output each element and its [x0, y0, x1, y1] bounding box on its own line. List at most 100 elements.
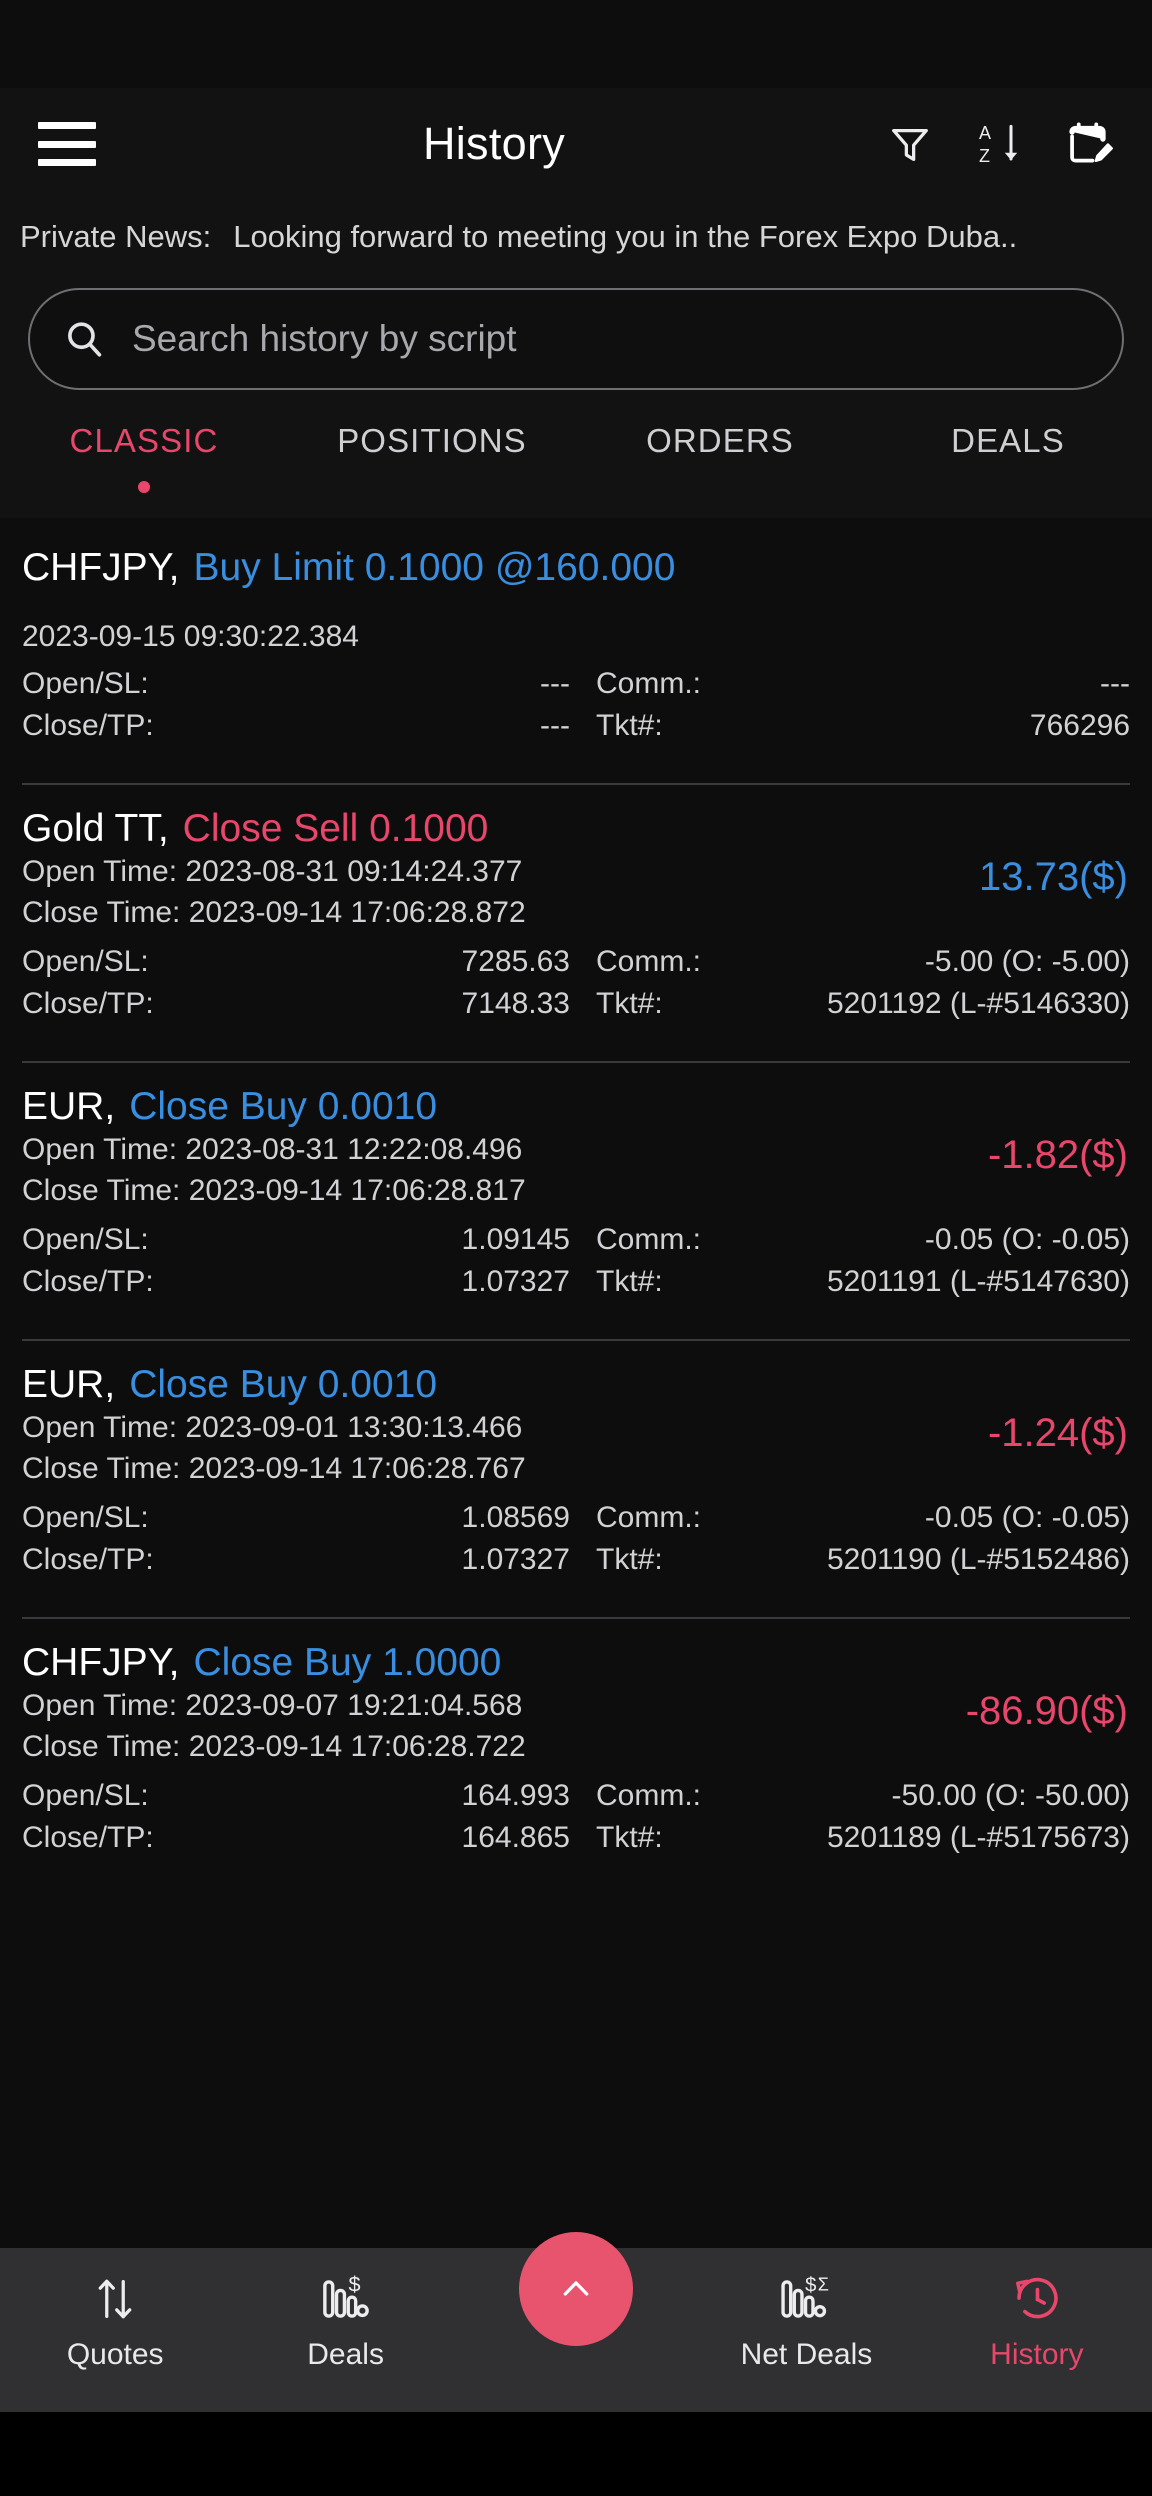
entry-body: 13.73($) Open Time: 2023-08-31 09:14:24.…	[22, 851, 1130, 1061]
entry-details: Open/SL: --- Comm.: --- Close/TP: --- Tk…	[22, 663, 1130, 747]
news-text: Looking forward to meeting you in the Fo…	[233, 219, 1018, 254]
label-ticket: Tkt#:	[596, 1543, 663, 1576]
entry-action: Close Sell 0.1000	[182, 807, 489, 850]
news-ticker[interactable]: Private News: Looking forward to meeting…	[0, 200, 1152, 274]
entry-close-time: Close Time: 2023-09-14 17:06:28.872	[22, 896, 526, 929]
nav-item-quotes[interactable]: Quotes	[0, 2248, 230, 2372]
value-close-tp: 1.07327	[461, 1265, 570, 1298]
search-container: Search history by script	[0, 274, 1152, 406]
value-comm: -5.00 (O: -5.00)	[924, 945, 1130, 978]
history-entry[interactable]: Gold TT, Close Sell 0.1000 13.73($) Open…	[0, 785, 1152, 1061]
entry-header: EUR, Close Buy 0.0010	[22, 1063, 1130, 1129]
svg-text:$: $	[348, 2272, 360, 2296]
value-open-sl: ---	[540, 667, 570, 700]
entry-action: Buy Limit 0.1000 @160.000	[193, 546, 676, 589]
label-ticket: Tkt#:	[596, 987, 663, 1020]
entry-header: CHFJPY, Buy Limit 0.1000 @160.000	[22, 524, 1130, 590]
nav-item-deals[interactable]: $ Deals	[230, 2248, 460, 2372]
sort-az-icon[interactable]: A Z	[972, 116, 1028, 172]
entry-pnl: -1.24($)	[987, 1411, 1128, 1455]
nav-label-quotes: Quotes	[66, 2338, 164, 2371]
value-open-sl: 7285.63	[461, 945, 570, 978]
label-open-sl: Open/SL:	[22, 667, 149, 700]
value-close-tp: 1.07327	[461, 1543, 570, 1576]
value-ticket: 5201191 (L-#5147630)	[826, 1265, 1130, 1298]
entry-symbol: Gold TT,	[22, 807, 169, 850]
nav-item-history[interactable]: History	[922, 2248, 1152, 2372]
filter-icon[interactable]	[882, 116, 938, 172]
tab-positions-label: POSITIONS	[337, 422, 527, 459]
tab-deals[interactable]: DEALS	[864, 422, 1152, 460]
entry-header: CHFJPY, Close Buy 1.0000	[22, 1619, 1130, 1685]
value-ticket: 5201192 (L-#5146330)	[826, 987, 1130, 1020]
entry-details: Open/SL: 1.09145 Comm.: -0.05 (O: -0.05)…	[22, 1219, 1130, 1303]
entry-action: Close Buy 0.0010	[129, 1085, 438, 1128]
value-close-tp: 7148.33	[461, 987, 570, 1020]
entry-body: -1.82($) Open Time: 2023-08-31 12:22:08.…	[22, 1129, 1130, 1339]
value-comm: -0.05 (O: -0.05)	[924, 1501, 1130, 1534]
label-close-tp: Close/TP:	[22, 1543, 154, 1576]
svg-text:Σ: Σ	[818, 2274, 829, 2294]
tab-orders-label: ORDERS	[646, 422, 794, 459]
entry-open-time: Open Time: 2023-08-31 12:22:08.496	[22, 1133, 523, 1166]
history-entry[interactable]: EUR, Close Buy 0.0010 -1.24($) Open Time…	[0, 1341, 1152, 1617]
value-open-sl: 1.08569	[461, 1501, 570, 1534]
tab-orders[interactable]: ORDERS	[576, 422, 864, 460]
value-open-sl: 1.09145	[461, 1223, 570, 1256]
tab-classic-label: CLASSIC	[69, 422, 219, 459]
nav-label-net-deals: Net Deals	[740, 2338, 873, 2371]
search-input[interactable]: Search history by script	[28, 288, 1124, 390]
history-entry[interactable]: CHFJPY, Buy Limit 0.1000 @160.000 2023-0…	[0, 524, 1152, 783]
page-title: History	[422, 118, 566, 169]
calendar-edit-icon[interactable]	[1062, 116, 1118, 172]
history-entry[interactable]: EUR, Close Buy 0.0010 -1.82($) Open Time…	[0, 1063, 1152, 1339]
label-ticket: Tkt#:	[596, 1265, 663, 1298]
value-open-sl: 164.993	[461, 1779, 570, 1812]
entry-pnl: -86.90($)	[965, 1689, 1128, 1733]
entry-open-time: Open Time: 2023-08-31 09:14:24.377	[22, 855, 523, 888]
entry-close-time: Close Time: 2023-09-14 17:06:28.767	[22, 1452, 526, 1485]
value-ticket: 5201189 (L-#5175673)	[826, 1821, 1130, 1854]
tab-positions[interactable]: POSITIONS	[288, 422, 576, 460]
value-comm: ---	[1100, 667, 1130, 700]
history-tabs: CLASSIC POSITIONS ORDERS DEALS	[0, 406, 1152, 518]
app-bar: History A Z	[0, 88, 1152, 200]
value-comm: -0.05 (O: -0.05)	[924, 1223, 1130, 1256]
value-comm: -50.00 (O: -50.00)	[891, 1779, 1130, 1812]
entry-symbol: EUR,	[22, 1085, 116, 1128]
nav-label-deals: Deals	[307, 2338, 384, 2371]
entry-close-time: Close Time: 2023-09-14 17:06:28.817	[22, 1174, 526, 1207]
expand-fab-button[interactable]	[519, 2232, 633, 2346]
history-clock-icon	[1010, 2270, 1064, 2328]
entry-details: Open/SL: 164.993 Comm.: -50.00 (O: -50.0…	[22, 1775, 1130, 1859]
history-entry[interactable]: CHFJPY, Close Buy 1.0000 -86.90($) Open …	[0, 1619, 1152, 1859]
news-label: Private News:	[20, 219, 212, 254]
label-open-sl: Open/SL:	[22, 1501, 149, 1534]
entry-timestamp: 2023-09-15 09:30:22.384	[22, 620, 359, 653]
hamburger-menu-icon[interactable]	[38, 122, 96, 166]
entry-header: Gold TT, Close Sell 0.1000	[22, 785, 1130, 851]
navigation-gesture-area	[0, 2412, 1152, 2496]
label-open-sl: Open/SL:	[22, 945, 149, 978]
entry-details: Open/SL: 7285.63 Comm.: -5.00 (O: -5.00)…	[22, 941, 1130, 1025]
value-ticket: 766296	[1029, 709, 1130, 742]
value-close-tp: 164.865	[461, 1821, 570, 1854]
app-bar-actions: A Z	[882, 116, 1118, 172]
history-list[interactable]: CHFJPY, Buy Limit 0.1000 @160.000 2023-0…	[0, 518, 1152, 2248]
entry-details: Open/SL: 1.08569 Comm.: -0.05 (O: -0.05)…	[22, 1497, 1130, 1581]
entry-symbol: EUR,	[22, 1363, 116, 1406]
label-comm: Comm.:	[596, 1501, 701, 1534]
label-close-tp: Close/TP:	[22, 1821, 154, 1854]
entry-action: Close Buy 1.0000	[193, 1641, 502, 1684]
svg-text:$: $	[806, 2274, 817, 2296]
entry-pnl: 13.73($)	[979, 855, 1128, 899]
svg-text:A: A	[979, 123, 991, 143]
app-screen: History A Z Private News: Looking forwar…	[0, 0, 1152, 2496]
arrows-up-down-icon	[89, 2270, 141, 2328]
label-comm: Comm.:	[596, 1779, 701, 1812]
entry-body: -86.90($) Open Time: 2023-09-07 19:21:04…	[22, 1685, 1130, 1859]
entry-body: 2023-09-15 09:30:22.384 Open/SL: --- Com…	[22, 616, 1130, 783]
value-ticket: 5201190 (L-#5152486)	[826, 1543, 1130, 1576]
nav-item-net-deals[interactable]: $ Σ Net Deals	[691, 2248, 921, 2372]
tab-classic[interactable]: CLASSIC	[0, 422, 288, 493]
